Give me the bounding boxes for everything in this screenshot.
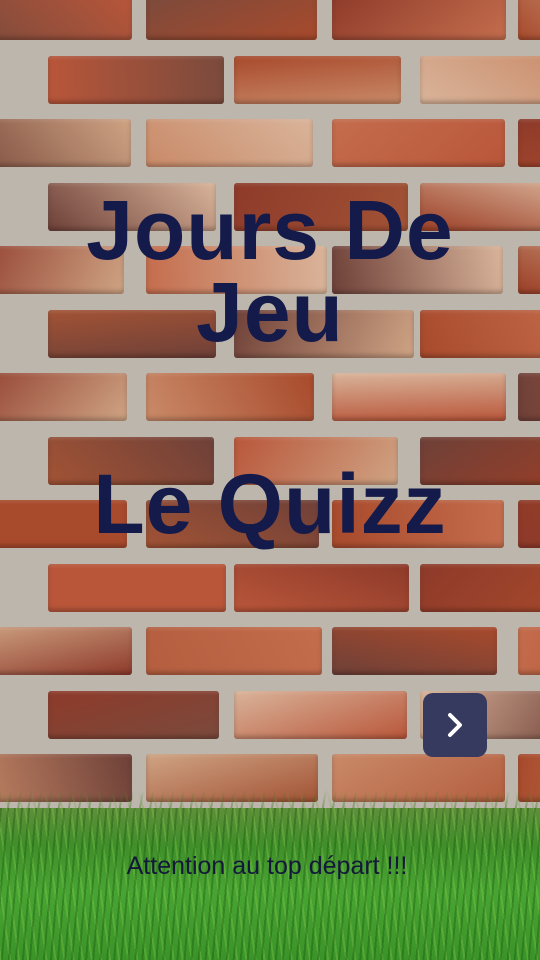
brick <box>518 373 540 421</box>
brick <box>48 563 226 612</box>
brick <box>332 373 506 421</box>
footer-text: Attention au top départ !!! <box>126 852 408 880</box>
title-line-1: Jours De <box>86 183 454 277</box>
grass <box>0 808 540 960</box>
brick <box>0 627 132 675</box>
brick <box>234 55 401 104</box>
brick <box>0 373 127 421</box>
brick <box>146 119 313 167</box>
brick <box>420 563 540 612</box>
next-button[interactable] <box>423 693 487 757</box>
brick <box>0 0 132 40</box>
brick <box>518 119 540 167</box>
brick <box>146 373 314 421</box>
brick <box>48 55 224 104</box>
brick <box>518 0 540 40</box>
title-line-2: Jeu <box>196 265 344 359</box>
brick <box>146 627 322 675</box>
chevron-right-icon <box>448 713 462 737</box>
brick <box>518 627 540 675</box>
brick <box>420 55 540 104</box>
brick <box>332 119 505 167</box>
title-line-3: Le Quizz <box>93 457 447 551</box>
brick <box>234 690 407 739</box>
brick <box>332 627 497 675</box>
brick <box>332 0 506 40</box>
brick <box>146 0 317 40</box>
brick <box>0 119 131 167</box>
brick <box>234 563 409 612</box>
brick <box>48 690 219 739</box>
